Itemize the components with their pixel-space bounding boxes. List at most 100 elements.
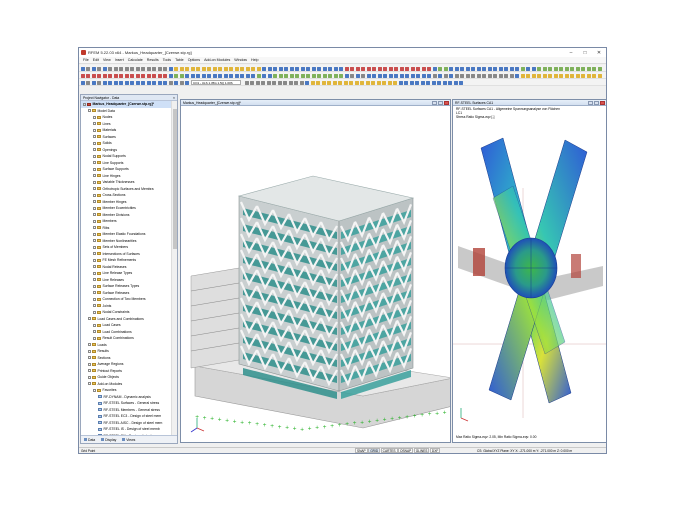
toolbar-icon[interactable] [86, 66, 90, 71]
expand-toggle-icon[interactable] [93, 304, 96, 308]
toolbar-icon[interactable] [86, 73, 90, 78]
toolbar-icon[interactable] [273, 73, 277, 78]
navigator-scrollbar[interactable] [171, 101, 177, 436]
toolbar-icon[interactable] [449, 66, 453, 71]
menu-edit[interactable]: Edit [93, 58, 99, 62]
toolbar-icon[interactable] [570, 66, 574, 71]
expand-toggle-icon[interactable] [93, 291, 96, 295]
expand-toggle-icon[interactable] [93, 258, 96, 262]
toolbar-icon[interactable] [548, 73, 552, 78]
toolbar-icon[interactable] [437, 80, 441, 85]
toolbar-icon[interactable] [526, 66, 530, 71]
toolbar-icon[interactable] [409, 80, 414, 85]
toolbar-icon[interactable] [344, 66, 349, 71]
expand-toggle-icon[interactable] [88, 349, 91, 353]
toolbar-icon[interactable] [498, 66, 503, 71]
toolbar-icon[interactable] [240, 66, 244, 71]
mode-dxf[interactable]: DXF [429, 448, 441, 453]
toolbar-icon[interactable] [97, 80, 101, 85]
toolbar-icon[interactable] [317, 73, 321, 78]
menu-options[interactable]: Options [188, 58, 200, 62]
results-minimize-button[interactable] [588, 101, 593, 105]
toolbar-icon[interactable] [432, 66, 437, 71]
toolbar-icon[interactable] [130, 80, 134, 85]
toolbar-icon[interactable] [399, 73, 404, 78]
toolbar-icon[interactable] [321, 80, 326, 85]
toolbar-icon[interactable] [399, 66, 404, 71]
results-viewport[interactable]: RF-STEEL Surfaces CA1 RF-STEEL Surfaces … [452, 99, 606, 443]
toolbar-icon[interactable] [365, 80, 370, 85]
toolbar-icon[interactable] [575, 66, 580, 71]
toolbar-icon[interactable] [350, 66, 354, 71]
expand-toggle-icon[interactable] [93, 200, 96, 204]
toolbar-icon[interactable] [240, 73, 244, 78]
expand-toggle-icon[interactable] [88, 109, 91, 113]
toolbar-icon[interactable] [398, 80, 403, 85]
navigator-tab-display[interactable]: Display [98, 436, 119, 443]
toolbar-icon[interactable] [460, 73, 464, 78]
toolbar-icon[interactable] [509, 73, 514, 78]
toolbar-icon[interactable] [421, 66, 426, 71]
toolbar-icon[interactable] [427, 66, 431, 71]
toolbar-icon[interactable] [229, 66, 233, 71]
toolbar-icon[interactable] [564, 73, 569, 78]
toolbar-icon[interactable] [152, 73, 156, 78]
toolbar-icon[interactable] [80, 80, 85, 85]
toolbar-icon[interactable] [564, 66, 569, 71]
toolbar-icon[interactable] [190, 66, 195, 71]
menu-tools[interactable]: Tools [163, 58, 171, 62]
toolbar-icon[interactable] [311, 66, 316, 71]
mode-cartes[interactable]: CARTES [380, 448, 398, 453]
toolbar-icon[interactable] [179, 66, 184, 71]
toolbar-icon[interactable] [559, 73, 563, 78]
toolbar-icon[interactable] [520, 66, 525, 71]
toolbar-icon[interactable] [80, 73, 85, 78]
mode-snap[interactable]: SNAP [355, 448, 368, 453]
toolbar-icon[interactable] [300, 66, 305, 71]
toolbar-icon[interactable] [372, 73, 376, 78]
menu-insert[interactable]: Insert [115, 58, 124, 62]
toolbar-icon[interactable] [113, 66, 118, 71]
toolbar-icon[interactable] [80, 66, 85, 71]
toolbar-icon[interactable] [482, 66, 486, 71]
toolbar-icon[interactable] [146, 80, 151, 85]
maximize-button[interactable]: □ [578, 48, 592, 57]
toolbar-icon[interactable] [157, 66, 162, 71]
toolbar-icon[interactable] [382, 80, 386, 85]
toolbar-icon[interactable] [251, 66, 255, 71]
toolbar-icon[interactable] [328, 73, 332, 78]
toolbar-icon[interactable] [179, 73, 184, 78]
load-case-combo[interactable]: CO1 - ULS 1.35G 1.5Q 1.00S [191, 80, 241, 85]
toolbar-icon[interactable] [267, 66, 272, 71]
expand-toggle-icon[interactable] [93, 219, 96, 223]
toolbar-icon[interactable] [141, 80, 145, 85]
expand-toggle-icon[interactable] [93, 278, 96, 282]
expand-toggle-icon[interactable] [88, 369, 91, 373]
toolbar-icon[interactable] [306, 66, 310, 71]
toolbar-icon[interactable] [196, 66, 200, 71]
toolbar-icon[interactable] [284, 66, 288, 71]
expand-toggle-icon[interactable] [83, 102, 86, 106]
toolbar-icon[interactable] [570, 73, 574, 78]
toolbar-icon[interactable] [515, 66, 519, 71]
toolbar-icon[interactable] [157, 73, 162, 78]
toolbar-icon[interactable] [537, 73, 541, 78]
toolbar-icon[interactable] [393, 80, 397, 85]
toolbar-icon[interactable] [212, 66, 217, 71]
toolbar-icon[interactable] [586, 73, 591, 78]
toolbar-icon[interactable] [234, 66, 239, 71]
toolbar-icon[interactable] [251, 73, 255, 78]
toolbar-icon[interactable] [284, 73, 288, 78]
toolbar-icon[interactable] [383, 73, 387, 78]
expand-toggle-icon[interactable] [93, 122, 96, 126]
toolbar-icon[interactable] [476, 66, 481, 71]
toolbar-icon[interactable] [163, 66, 167, 71]
toolbar-icon[interactable] [426, 80, 430, 85]
toolbar-icon[interactable] [416, 66, 420, 71]
toolbar-icon[interactable] [520, 73, 525, 78]
toolbar-icon[interactable] [349, 80, 353, 85]
toolbar-icon[interactable] [338, 80, 342, 85]
toolbar-icon[interactable] [487, 73, 492, 78]
toolbar-icon[interactable] [361, 73, 365, 78]
toolbar-icon[interactable] [454, 73, 459, 78]
